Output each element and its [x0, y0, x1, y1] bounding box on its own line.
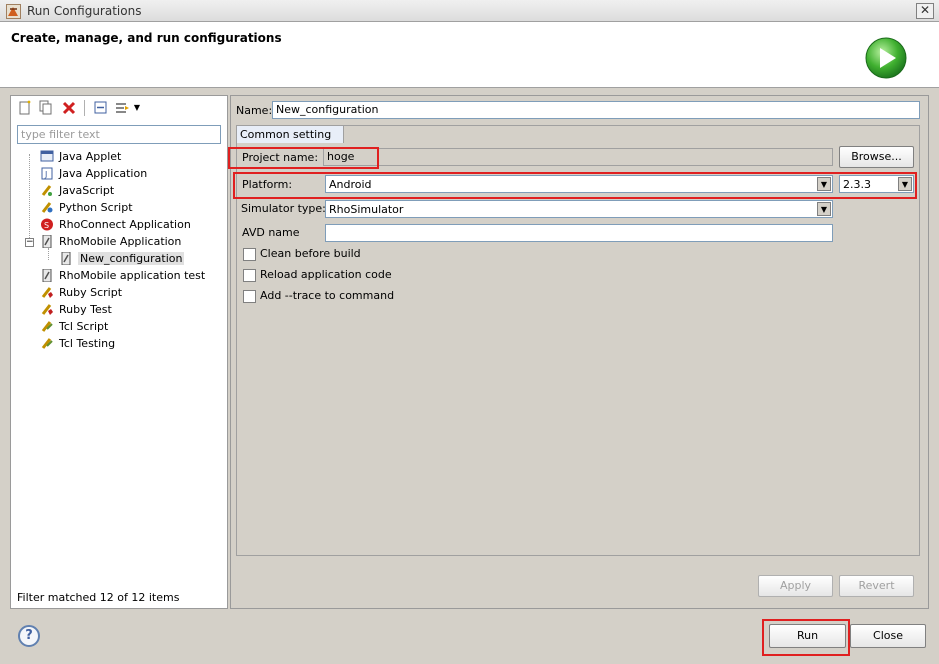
- app-icon: [6, 4, 21, 19]
- add-trace-checkbox[interactable]: [243, 290, 256, 303]
- rhomobile-icon: [39, 234, 54, 249]
- javascript-icon: [39, 184, 54, 198]
- name-field[interactable]: New_configuration: [272, 101, 920, 119]
- python-icon: [39, 201, 54, 215]
- tcl-icon: [39, 320, 54, 334]
- project-name-field[interactable]: hoge: [323, 148, 833, 166]
- tab-common-setting[interactable]: Common setting: [236, 125, 344, 143]
- duplicate-icon[interactable]: [38, 100, 54, 116]
- svg-text:S: S: [44, 221, 49, 230]
- avd-name-label: AVD name: [242, 226, 300, 239]
- tree-toolbar: ▼: [11, 96, 227, 120]
- delete-icon[interactable]: [61, 100, 77, 116]
- chevron-down-icon[interactable]: ▼: [132, 100, 142, 116]
- header-banner: Create, manage, and run configurations: [0, 22, 939, 88]
- configurations-tree-panel: ▼ Java Applet J Java Application JavaScr…: [10, 95, 228, 609]
- configuration-editor-panel: Name: New_configuration Common setting P…: [228, 95, 929, 609]
- apply-button[interactable]: Apply: [758, 575, 833, 597]
- window-title: Run Configurations: [27, 4, 142, 18]
- rhomobile-test-icon: [39, 268, 54, 283]
- title-bar: Run Configurations ✕: [0, 0, 939, 22]
- java-applet-icon: [39, 150, 54, 164]
- highlight-project: [228, 147, 379, 169]
- chevron-down-icon: ▼: [817, 202, 831, 216]
- revert-button[interactable]: Revert: [839, 575, 914, 597]
- avd-name-field[interactable]: [325, 224, 833, 242]
- filter-input[interactable]: [17, 125, 221, 144]
- reload-app-code-checkbox[interactable]: [243, 269, 256, 282]
- simulator-type-select[interactable]: RhoSimulator ▼: [325, 200, 833, 218]
- highlight-platform: [233, 172, 917, 199]
- dialog-title: Create, manage, and run configurations: [11, 31, 282, 45]
- reload-app-code-label: Reload application code: [260, 268, 392, 281]
- simulator-type-label: Simulator type:: [241, 202, 326, 215]
- filter-status: Filter matched 12 of 12 items: [17, 591, 180, 604]
- close-button[interactable]: Close: [850, 624, 926, 648]
- collapse-toggle[interactable]: −: [25, 238, 34, 247]
- browse-button[interactable]: Browse...: [839, 146, 914, 168]
- ruby-icon: [39, 286, 54, 300]
- clean-before-build-checkbox[interactable]: [243, 248, 256, 261]
- clean-before-build-label: Clean before build: [260, 247, 361, 260]
- ruby-test-icon: [39, 303, 54, 317]
- java-app-icon: J: [39, 167, 54, 181]
- run-icon: [864, 36, 908, 80]
- collapse-all-icon[interactable]: [93, 100, 109, 116]
- close-icon[interactable]: ✕: [916, 3, 934, 19]
- svg-text:J: J: [44, 170, 47, 179]
- add-trace-label: Add --trace to command: [260, 289, 395, 302]
- tcl-test-icon: [39, 337, 54, 351]
- name-label: Name:: [236, 104, 273, 117]
- help-icon[interactable]: ?: [18, 625, 40, 647]
- rhoconnect-icon: S: [39, 218, 54, 232]
- new-config-icon[interactable]: [17, 100, 33, 116]
- highlight-run: [762, 619, 850, 656]
- config-icon: [58, 251, 73, 266]
- filter-icon[interactable]: [114, 100, 130, 116]
